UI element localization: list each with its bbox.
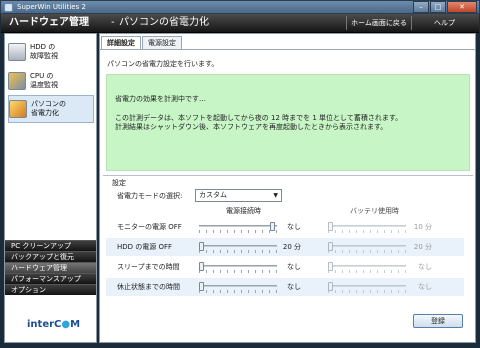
sidebar-item-hdd-monitor[interactable]: HDD の故障監視 [8,38,94,66]
menu-item-backup-restore[interactable]: バックアップと復元 [5,251,96,262]
monitor-battery-value: 10 分 [413,223,432,231]
slider-thumb[interactable] [328,262,333,271]
power-icon [9,100,27,118]
sidebar-item-cpu-temp[interactable]: CPU の温度監視 [8,67,94,95]
hdd-battery-slider[interactable] [328,242,406,253]
brand-logo: interC●M [27,319,81,330]
main-panel: 詳細設定 電源設定 パソコンの省電力設定を行います。 省電力の効果を計測中です…… [99,33,476,343]
sidebar-item-power-saving[interactable]: パソコンの 省電力化 [8,95,94,123]
hdd-icon [8,43,26,61]
hdd-ac-value: 20 分 [282,243,301,251]
category-menu: PC クリーンアップ バックアップと復元 ハードウェア管理 パフォーマンスアップ… [5,240,96,295]
hibernate-battery-value: なし [418,283,432,291]
slider-thumb[interactable] [199,262,204,271]
setting-row-sleep: スリープまでの時間 なし なし [106,258,464,276]
window-title: SuperWin Utilities 2 [17,3,86,11]
hibernate-battery-slider[interactable] [328,282,406,293]
chevron-down-icon: ▼ [273,192,278,199]
title-bar: SuperWin Utilities 2 – □ ✕ [0,0,480,14]
settings-legend: 設定 [112,179,126,187]
notice-detail: この計測データは、本ソフトを起動してから夜の 12 時までを 1 単位として蓄積… [115,114,403,122]
notice-result: 計測結果はシャットダウン後、本ソフトウェアを再度起動したときから表示されます。 [115,123,388,131]
tab-bar: 詳細設定 電源設定 [100,36,182,50]
row-label: 休止状態までの時間 [117,283,180,291]
title-separator: - [111,17,115,28]
hibernate-ac-slider[interactable] [199,282,277,293]
page-title: ハードウェア管理 [9,17,89,28]
monitor-battery-slider[interactable] [328,222,406,233]
power-mode-select[interactable]: カスタム ▼ [195,189,282,202]
sleep-ac-value: なし [287,263,301,271]
settings-group: 設定 省電力モードの選択: カスタム ▼ 電源接続時 バッテリ使用時 モニターの… [103,175,473,308]
sidebar-item-label: HDD の故障監視 [30,43,58,60]
setting-row-hdd-off: HDD の電源 OFF 20 分 20 分 [106,238,464,256]
close-icon[interactable]: ✕ [447,1,477,13]
column-header-battery: バッテリ使用時 [350,207,399,215]
help-button[interactable]: ヘルプ [411,16,477,30]
tab-advanced-settings[interactable]: 詳細設定 [101,36,141,50]
measurement-notice: 省電力の効果を計測中です… この計測データは、本ソフトを起動してから夜の 12 … [106,74,470,171]
menu-item-pc-cleanup[interactable]: PC クリーンアップ [5,240,96,251]
maximize-icon[interactable]: □ [430,1,446,13]
page-subtitle: パソコンの省電力化 [119,17,209,28]
home-button[interactable]: ホーム画面に戻る [346,16,411,30]
column-header-ac: 電源接続時 [226,207,261,215]
app-icon [4,3,13,12]
menu-item-options[interactable]: オプション [5,284,96,295]
setting-row-monitor-off: モニターの電源 OFF なし 10 分 [106,218,464,236]
intro-text: パソコンの省電力設定を行います。 [107,60,219,68]
mode-select-label: 省電力モードの選択: [117,192,183,200]
sleep-ac-slider[interactable] [199,262,277,273]
slider-thumb[interactable] [199,242,204,251]
slider-thumb[interactable] [328,242,333,251]
cpu-icon [8,72,26,90]
hdd-battery-value: 20 分 [413,243,432,251]
slider-thumb[interactable] [199,282,204,291]
window-controls: – □ ✕ [412,1,477,13]
menu-item-performance[interactable]: パフォーマンスアップ [5,273,96,284]
minimize-icon[interactable]: – [413,1,429,13]
hibernate-ac-value: なし [287,283,301,291]
hdd-ac-slider[interactable] [199,242,277,253]
row-label: HDD の電源 OFF [117,243,173,251]
row-label: スリープまでの時間 [117,263,180,271]
monitor-ac-slider[interactable] [199,222,277,233]
sidebar: HDD の故障監視 CPU の温度監視 パソコンの 省電力化 PC クリーンアップ… [4,33,97,343]
slider-thumb[interactable] [328,282,333,291]
register-button[interactable]: 登録 [413,314,463,328]
setting-row-hibernate: 休止状態までの時間 なし なし [106,278,464,296]
row-label: モニターの電源 OFF [117,223,182,231]
monitor-ac-value: なし [287,223,301,231]
slider-thumb[interactable] [328,222,333,231]
sleep-battery-value: なし [418,263,432,271]
notice-status: 省電力の効果を計測中です… [115,95,206,103]
section-header: ハードウェア管理 - パソコンの省電力化 ホーム画面に戻る ヘルプ [1,14,479,33]
sidebar-item-label: CPU の温度監視 [30,72,58,89]
tab-divider [100,49,475,50]
tab-power-settings[interactable]: 電源設定 [142,36,182,50]
menu-item-hardware[interactable]: ハードウェア管理 [5,262,96,273]
sidebar-item-label: パソコンの 省電力化 [31,100,66,117]
slider-thumb[interactable] [270,222,275,231]
sleep-battery-slider[interactable] [328,262,406,273]
